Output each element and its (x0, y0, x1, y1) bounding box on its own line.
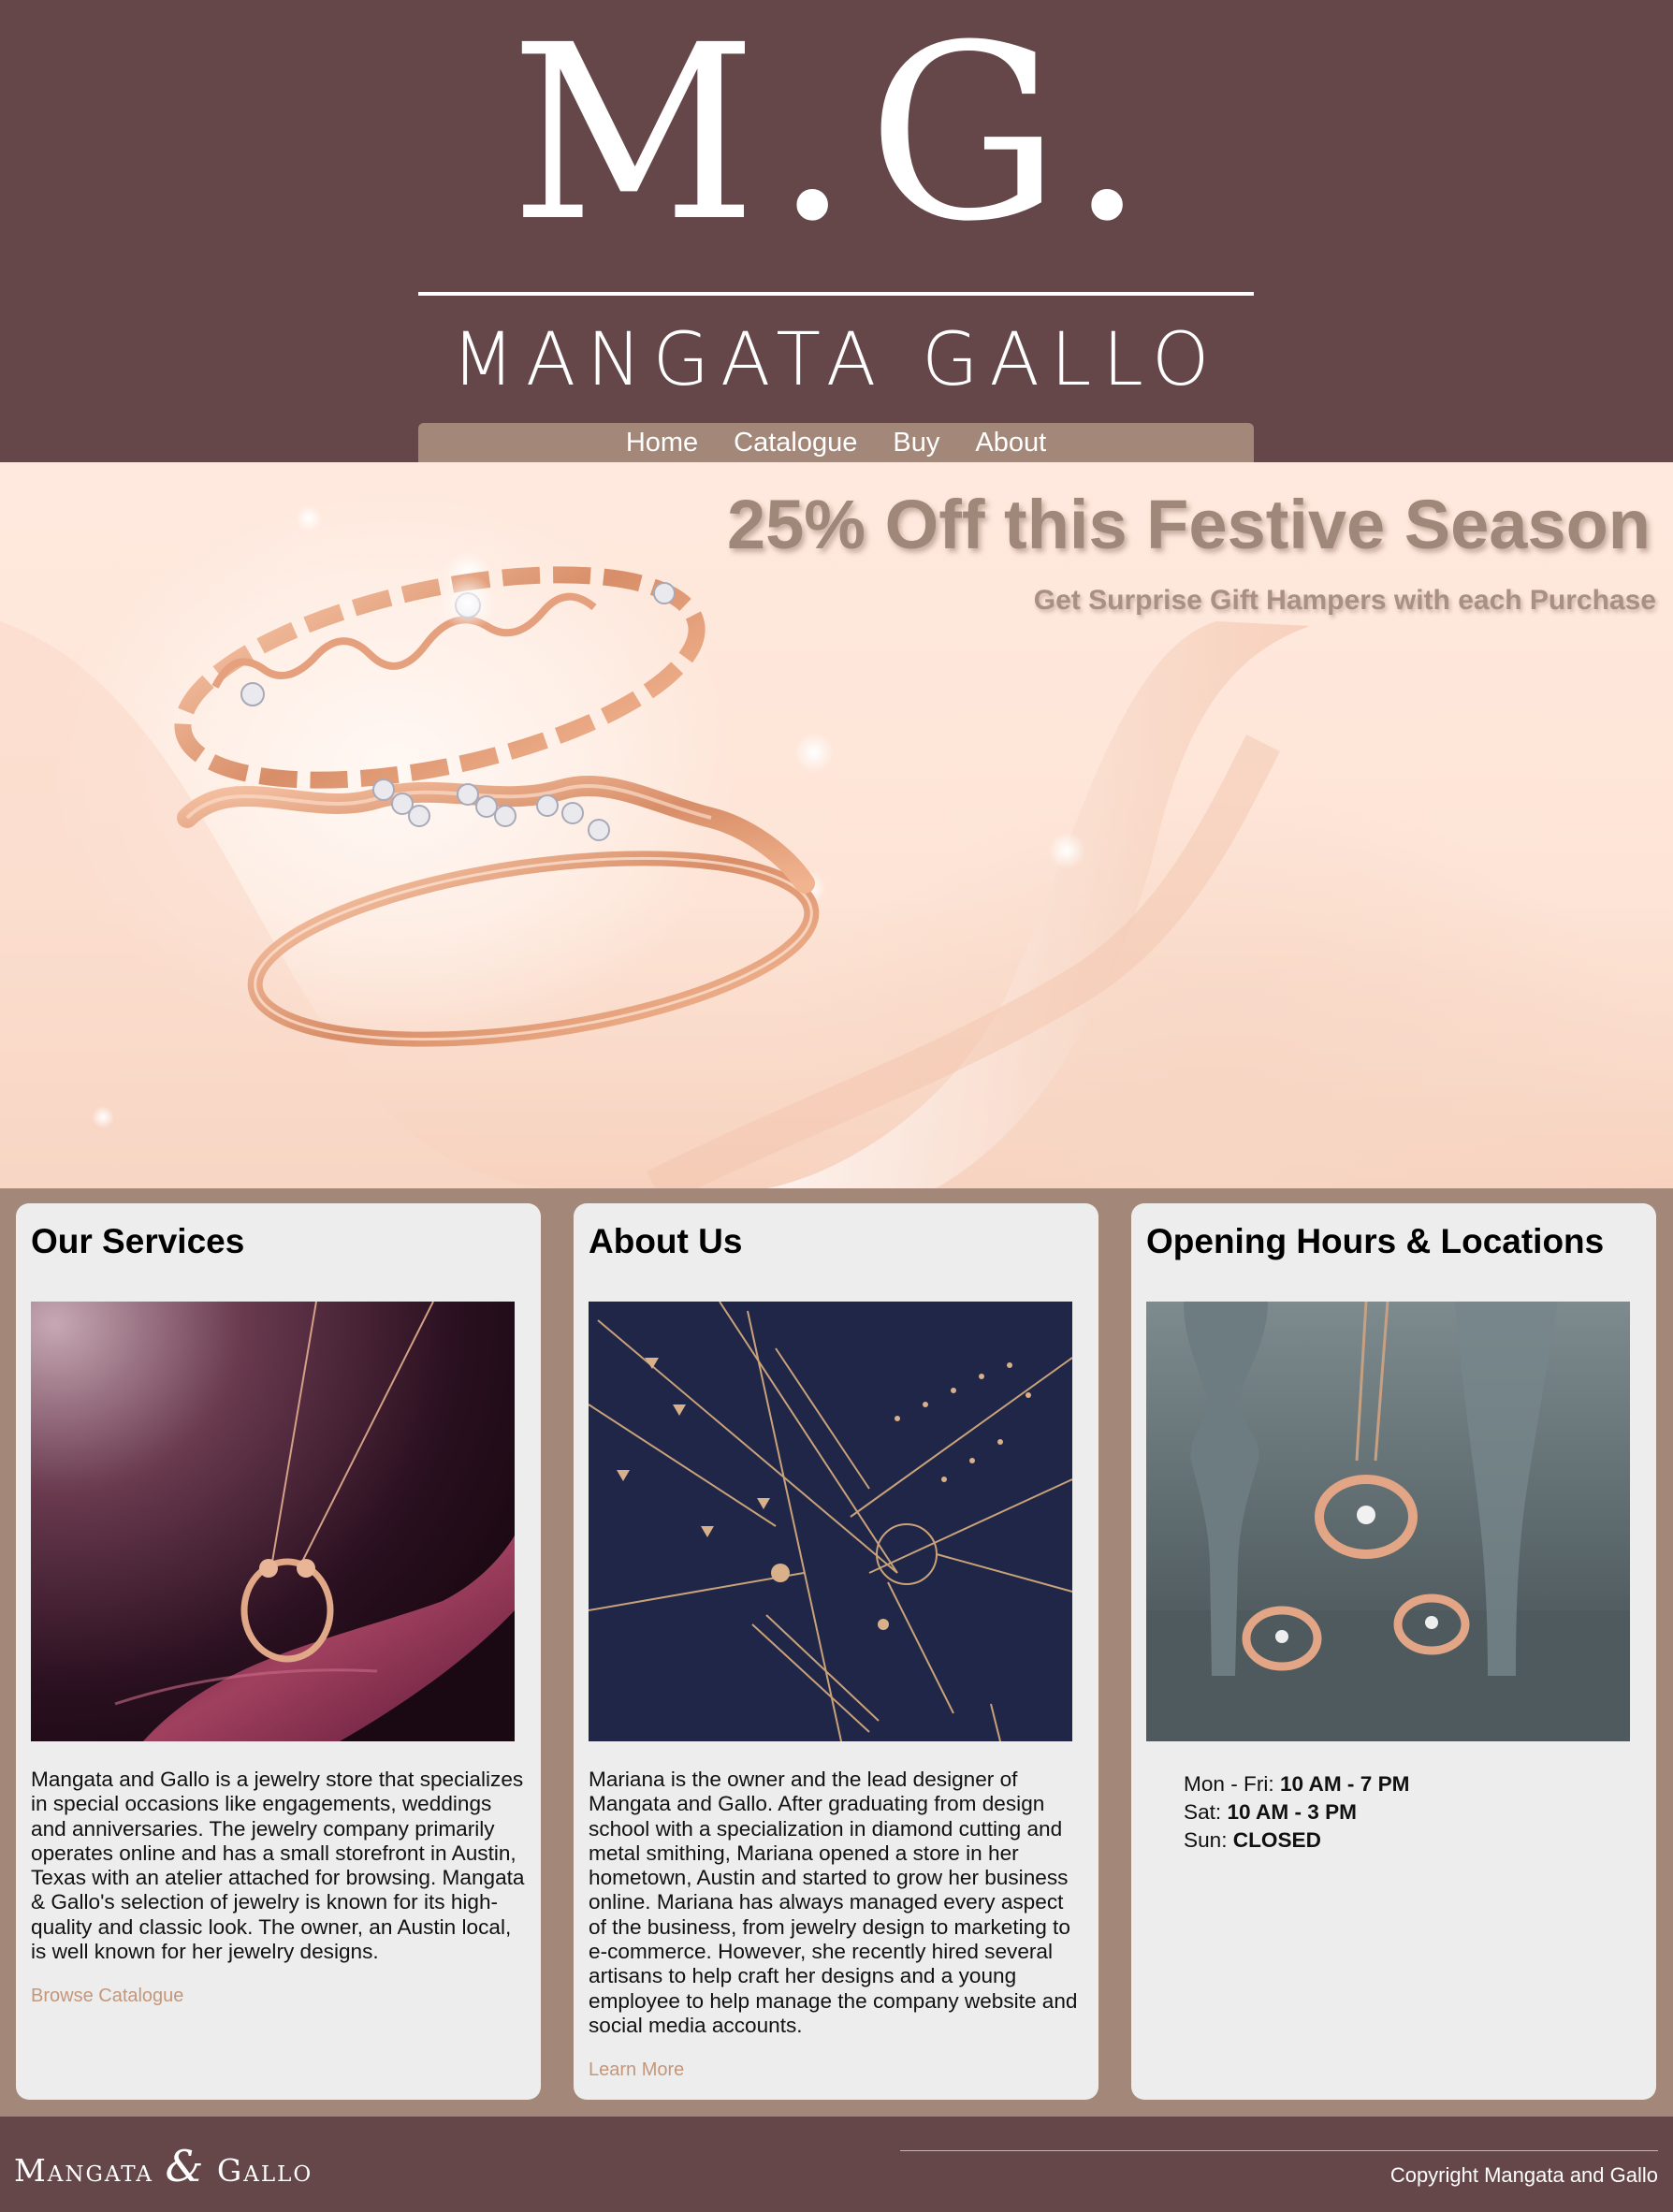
promo-subtitle: Get Surprise Gift Hampers with each Purc… (1033, 585, 1656, 616)
nav-buy[interactable]: Buy (893, 428, 939, 458)
about-title: About Us (589, 1222, 743, 1260)
hours-list: Mon - Fri: 10 AM - 7 PM Sat: 10 AM - 3 P… (1184, 1770, 1409, 1855)
nav-about[interactable]: About (975, 428, 1046, 458)
logo-divider (418, 292, 1254, 296)
site-footer: Mangata & Gallo Copyright Mangata and Ga… (0, 2117, 1673, 2212)
hours-row-sunday: Sun: CLOSED (1184, 1828, 1321, 1852)
learn-more-link[interactable]: Learn More (589, 2059, 684, 2081)
services-card: Our Services Mangata and Gallo is a jewe… (16, 1203, 541, 2100)
footer-logo[interactable]: Mangata & Gallo (14, 2141, 313, 2191)
hours-row-weekday: Mon - Fri: 10 AM - 7 PM (1184, 1772, 1410, 1796)
logo-wordmark[interactable]: MANGATA GALLO (418, 323, 1254, 398)
services-text: Mangata and Gallo is a jewelry store tha… (31, 1768, 525, 1964)
about-text: Mariana is the owner and the lead design… (589, 1768, 1078, 2037)
hours-pendant-image (1146, 1302, 1630, 1741)
footer-divider (900, 2150, 1658, 2151)
copyright-text: Copyright Mangata and Gallo (1389, 2163, 1658, 2187)
nav-home[interactable]: Home (626, 428, 698, 458)
promo-title: 25% Off this Festive Season (726, 486, 1651, 563)
about-card: About Us Mariana is the owner and the le… (574, 1203, 1098, 2100)
logo-monogram[interactable]: M.G. (418, 13, 1254, 255)
nav-catalogue[interactable]: Catalogue (734, 428, 857, 458)
hours-title: Opening Hours & Locations (1146, 1222, 1605, 1260)
hero-rings-image (0, 505, 1310, 1188)
hours-card: Opening Hours & Locations Mon - Fri: 10 … (1131, 1203, 1656, 2100)
info-cards-section: Our Services Mangata and Gallo is a jewe… (0, 1188, 1673, 2117)
hours-row-saturday: Sat: 10 AM - 3 PM (1184, 1800, 1358, 1824)
services-title: Our Services (31, 1222, 245, 1260)
about-jewelry-flatlay-image (589, 1302, 1072, 1741)
browse-catalogue-link[interactable]: Browse Catalogue (31, 1986, 183, 2007)
services-necklace-image (31, 1302, 515, 1741)
site-header: M.G. MANGATA GALLO Home Catalogue Buy Ab… (0, 0, 1673, 462)
hero-banner: 25% Off this Festive Season Get Surprise… (0, 462, 1673, 1188)
main-nav: Home Catalogue Buy About (418, 423, 1254, 462)
